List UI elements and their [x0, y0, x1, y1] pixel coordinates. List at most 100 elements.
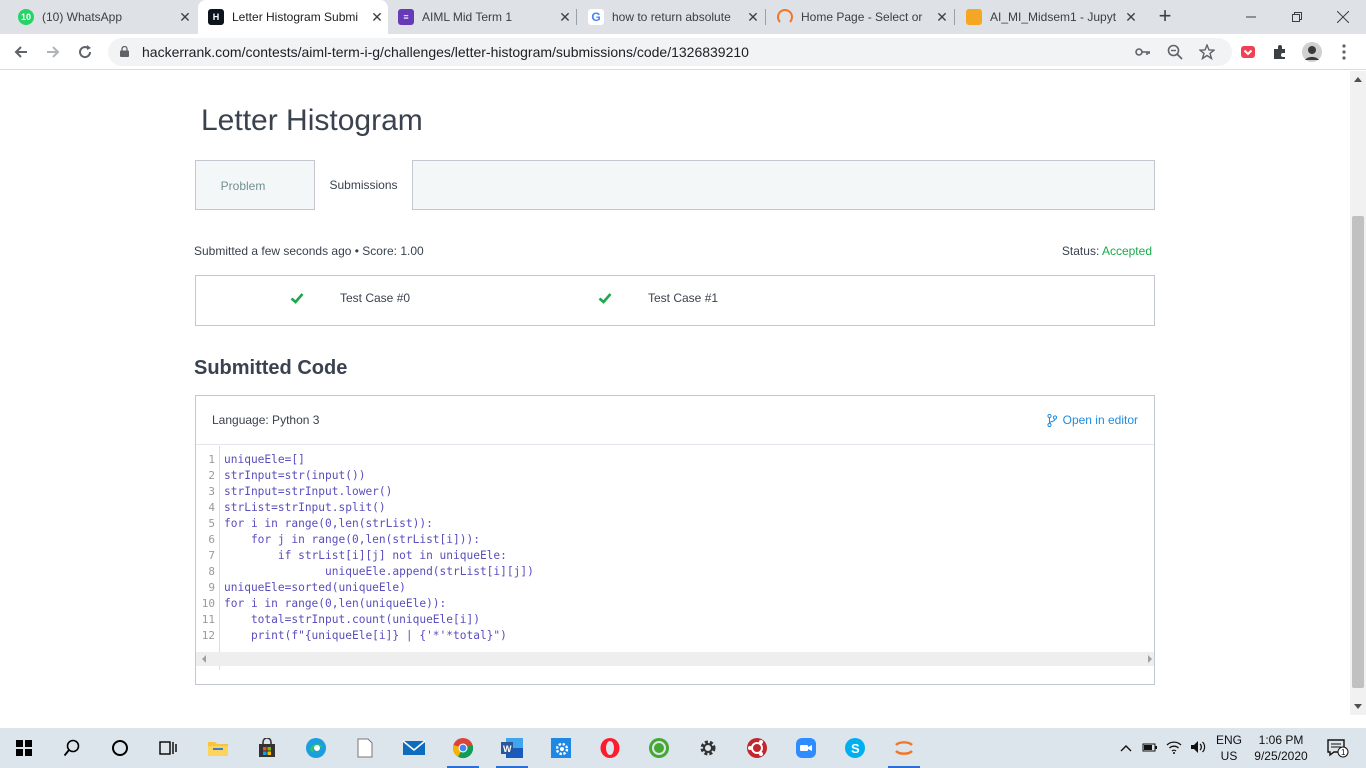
lock-icon — [120, 46, 129, 57]
open-in-editor-link[interactable]: Open in editor — [1047, 413, 1138, 427]
hackerrank-icon: H — [208, 9, 224, 25]
language-label: Language: Python 3 — [212, 413, 320, 427]
jupyter-icon — [895, 741, 913, 755]
browser-menu-icon[interactable] — [1334, 42, 1354, 62]
input-language-indicator[interactable]: ENG US — [1216, 732, 1242, 764]
code-line: for i in range(0,len(uniqueEle)): — [224, 597, 447, 610]
store-bag-icon — [259, 738, 275, 757]
svg-text:W: W — [503, 744, 512, 754]
close-icon[interactable]: ✕ — [554, 9, 576, 26]
scroll-left-icon[interactable] — [202, 655, 206, 663]
tab-whatsapp[interactable]: 10 (10) WhatsApp ✕ — [8, 0, 196, 34]
control-panel-app[interactable] — [537, 728, 585, 768]
ubuntu-icon — [747, 738, 767, 758]
windows-icon — [16, 740, 32, 756]
notification-center-button[interactable]: 1 — [1318, 728, 1358, 768]
zoom-app[interactable] — [782, 728, 830, 768]
test-case-label: Test Case #0 — [340, 291, 411, 305]
volume-icon[interactable] — [1190, 740, 1208, 757]
scroll-up-icon[interactable] — [1354, 77, 1362, 82]
check-icon — [290, 293, 304, 304]
address-bar[interactable]: hackerrank.com/contests/aiml-term-i-g/ch… — [108, 38, 1232, 66]
zoom-icon[interactable] — [1166, 43, 1184, 61]
system-tray — [1120, 728, 1208, 768]
zoom-video-icon — [796, 738, 816, 758]
browser-toolbar: hackerrank.com/contests/aiml-term-i-g/ch… — [0, 34, 1366, 70]
tab-google-search[interactable]: G how to return absolute ✕ — [578, 0, 764, 34]
clock-date: 9/25/2020 — [1254, 749, 1308, 763]
tab-aiml-mid-term[interactable]: ≡ AIML Mid Term 1 ✕ — [388, 0, 576, 34]
scrollbar-thumb[interactable] — [1352, 216, 1364, 688]
forward-button[interactable] — [40, 39, 66, 65]
task-view-button[interactable] — [144, 728, 192, 768]
cortana-button[interactable] — [96, 728, 144, 768]
opera-app[interactable] — [586, 728, 634, 768]
opera-icon — [600, 738, 620, 758]
notepad-app[interactable] — [341, 728, 389, 768]
anaconda-app[interactable] — [635, 728, 683, 768]
notebook-icon — [966, 9, 982, 25]
close-icon[interactable]: ✕ — [174, 9, 196, 26]
windows-taskbar: W S ENG US 1:06 PM 9/25/2020 1 — [0, 728, 1366, 768]
chrome-icon — [452, 738, 474, 759]
test-case-1[interactable]: Test Case #1 — [598, 291, 718, 305]
horizontal-scrollbar[interactable] — [196, 652, 1154, 666]
file-explorer-app[interactable] — [194, 728, 242, 768]
code-line: uniqueEle=sorted(uniqueEle) — [224, 581, 406, 594]
mail-app[interactable] — [390, 728, 438, 768]
battery-icon[interactable] — [1142, 741, 1158, 756]
close-icon[interactable]: ✕ — [1120, 9, 1142, 26]
system-clock[interactable]: 1:06 PM 9/25/2020 — [1248, 732, 1314, 764]
chevron-up-icon[interactable] — [1120, 741, 1132, 755]
reload-button[interactable] — [72, 39, 98, 65]
tab-letter-histogram[interactable]: H Letter Histogram Submi ✕ — [198, 0, 388, 34]
store-app[interactable] — [243, 728, 291, 768]
bookmark-star-icon[interactable] — [1198, 43, 1216, 61]
back-button[interactable] — [8, 39, 34, 65]
skype-icon: S — [845, 738, 865, 758]
skype-app[interactable]: S — [831, 728, 879, 768]
scroll-down-icon[interactable] — [1354, 704, 1362, 709]
google-icon: G — [588, 9, 604, 25]
search-button[interactable] — [48, 728, 96, 768]
tab-problem[interactable]: Problem — [196, 161, 290, 210]
tab-home-page[interactable]: Home Page - Select or ✕ — [767, 0, 953, 34]
test-case-0[interactable]: Test Case #0 — [290, 291, 410, 305]
profile-avatar[interactable] — [1302, 42, 1322, 62]
notification-icon: 1 — [1327, 739, 1349, 758]
close-icon[interactable]: ✕ — [366, 9, 388, 26]
minimize-button[interactable] — [1228, 0, 1274, 34]
scroll-right-icon[interactable] — [1148, 655, 1152, 663]
tab-submissions[interactable]: Submissions — [314, 160, 413, 210]
wifi-icon[interactable] — [1166, 740, 1182, 757]
edge-app[interactable] — [292, 728, 340, 768]
jupyter-app[interactable] — [880, 728, 928, 768]
anaconda-icon — [649, 738, 669, 758]
restore-button[interactable] — [1274, 0, 1320, 34]
tab-title: Letter Histogram Submi — [232, 10, 359, 24]
chrome-app[interactable] — [439, 728, 487, 768]
close-window-button[interactable] — [1320, 0, 1366, 34]
page-title: Letter Histogram — [201, 104, 423, 137]
extensions-puzzle-icon[interactable] — [1270, 42, 1290, 62]
settings-app[interactable] — [684, 728, 732, 768]
page-scrollbar[interactable] — [1350, 71, 1366, 715]
tab-title: how to return absolute — [612, 10, 731, 24]
pocket-extension-icon[interactable] — [1238, 42, 1258, 62]
tab-jupyter-notebook[interactable]: AI_MI_Midsem1 - Jupyt ✕ — [956, 0, 1142, 34]
word-app[interactable]: W — [488, 728, 536, 768]
search-icon — [63, 739, 80, 757]
browser-tab-strip: 10 (10) WhatsApp ✕ H Letter Histogram Su… — [0, 0, 1366, 34]
line-number: 11 — [201, 613, 215, 626]
close-icon[interactable]: ✕ — [931, 9, 953, 26]
start-button[interactable] — [0, 728, 48, 768]
new-tab-button[interactable]: + — [1152, 4, 1178, 30]
code-editor[interactable]: 1 2 3 4 5 6 7 8 9 10 11 12 uniqueEle=[] strInput=str… — [196, 446, 1154, 670]
key-icon[interactable] — [1134, 43, 1152, 61]
mail-icon — [402, 740, 426, 755]
ubuntu-app[interactable] — [733, 728, 781, 768]
edge-icon — [306, 738, 326, 758]
line-number: 4 — [208, 501, 215, 514]
svg-text:S: S — [851, 741, 860, 756]
close-icon[interactable]: ✕ — [742, 9, 764, 26]
